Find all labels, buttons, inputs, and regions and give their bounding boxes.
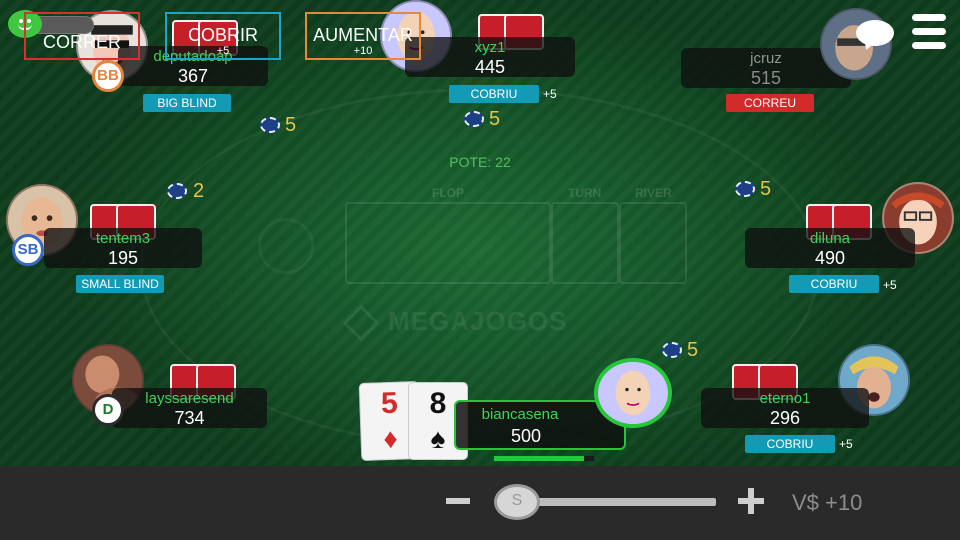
player-chips: 367 bbox=[177, 66, 209, 86]
megajogos-watermark: MEGAJOGOS bbox=[342, 304, 567, 342]
status-badge: COBRIU bbox=[449, 85, 539, 103]
small-blind-marker: SB bbox=[12, 234, 44, 266]
player-name: xyz1 bbox=[474, 39, 506, 56]
hero-avatar[interactable] bbox=[594, 358, 672, 428]
turn-timer-fill bbox=[494, 456, 584, 461]
turn-timer-bar bbox=[494, 456, 594, 461]
player-chips: 490 bbox=[814, 248, 846, 268]
bet-amount: 5 bbox=[760, 178, 772, 200]
bet-slider-thumb[interactable]: S bbox=[494, 484, 540, 520]
bet-chip-icon bbox=[167, 183, 187, 199]
status-badge: BIG BLIND bbox=[143, 94, 231, 112]
fold-button[interactable]: CORRER bbox=[24, 12, 140, 60]
decrease-bet-icon[interactable] bbox=[446, 498, 470, 504]
bet-chip-icon bbox=[464, 111, 484, 127]
call-button[interactable]: COBRIR +5 bbox=[165, 12, 281, 60]
bet-chip-icon bbox=[735, 181, 755, 197]
turn-label: TURN bbox=[568, 186, 602, 200]
player-panel: eterno1 296 bbox=[701, 388, 869, 428]
bet-amount: 2 bbox=[193, 180, 205, 202]
felt-emblem bbox=[258, 218, 314, 274]
turn-slot bbox=[551, 202, 619, 284]
avatar-default bbox=[602, 362, 664, 424]
bet-extra: +5 bbox=[883, 278, 897, 292]
player-name: eterno1 bbox=[759, 390, 811, 407]
status-badge: CORREU bbox=[726, 94, 814, 112]
big-blind-marker: BB bbox=[92, 60, 124, 92]
player-chips: 500 bbox=[510, 426, 542, 446]
increase-bet-icon[interactable] bbox=[738, 488, 764, 514]
player-panel: layssaresend 734 bbox=[112, 388, 267, 428]
status-badge: COBRIU bbox=[745, 435, 835, 453]
river-slot bbox=[619, 202, 687, 284]
raise-button[interactable]: AUMENTAR +10 bbox=[305, 12, 421, 60]
river-label: RIVER bbox=[635, 186, 672, 200]
player-chips: 195 bbox=[107, 248, 139, 268]
player-chips: 445 bbox=[474, 57, 506, 77]
player-name: layssaresend bbox=[145, 390, 234, 407]
player-panel: tentem3 195 bbox=[44, 228, 202, 268]
bet-chip-icon bbox=[662, 342, 682, 358]
dealer-button: D bbox=[92, 394, 124, 426]
flop-label: FLOP bbox=[432, 186, 464, 200]
player-panel: diluna 490 bbox=[745, 228, 915, 268]
status-badge: COBRIU bbox=[789, 275, 879, 293]
bet-amount-display: V$ +10 bbox=[792, 490, 863, 515]
bet-amount: 5 bbox=[489, 108, 501, 130]
hamburger-menu-icon[interactable] bbox=[912, 14, 946, 50]
player-name: tentem3 bbox=[95, 230, 151, 247]
player-chips: 515 bbox=[750, 68, 782, 88]
bet-amount: 5 bbox=[285, 114, 297, 136]
bet-amount: 5 bbox=[687, 339, 699, 361]
flop-slot bbox=[345, 202, 551, 284]
player-chips: 296 bbox=[769, 408, 801, 428]
status-badge: SMALL BLIND bbox=[76, 275, 164, 293]
player-panel: xyz1 445 bbox=[405, 37, 575, 77]
bet-chip-icon bbox=[260, 117, 280, 133]
player-name: diluna bbox=[809, 230, 851, 247]
player-chips: 734 bbox=[174, 408, 205, 428]
pot-label: POTE: 22 bbox=[449, 154, 511, 170]
bet-extra: +5 bbox=[543, 87, 557, 101]
chat-bubble-icon[interactable] bbox=[856, 20, 894, 46]
player-name: biancasena bbox=[481, 406, 559, 423]
bet-extra: +5 bbox=[839, 437, 853, 451]
